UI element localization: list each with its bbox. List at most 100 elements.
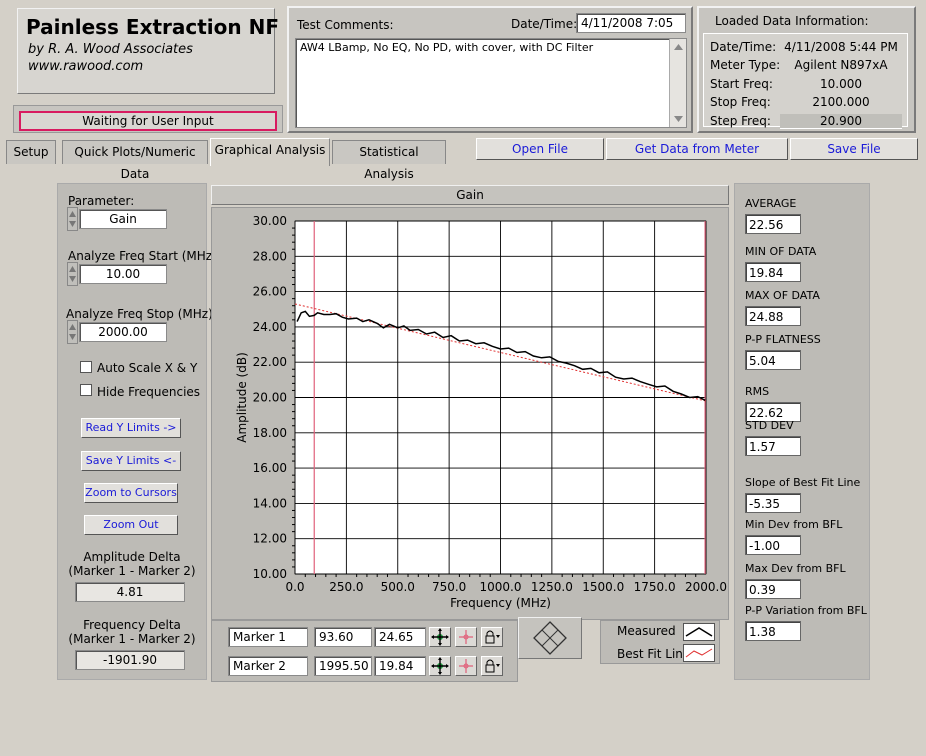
cursor-move-pad[interactable]	[518, 617, 582, 659]
y-tick-label: 18.00	[253, 426, 287, 440]
tab-setup[interactable]: Setup	[6, 140, 56, 164]
frequency-delta-value: -1901.90	[75, 650, 185, 670]
datetime-field[interactable]: 4/11/2008 7:05	[576, 13, 686, 33]
status-panel: Waiting for User Input	[13, 105, 283, 133]
x-tick-label: 2000.0	[685, 580, 727, 594]
y-tick-label: 20.00	[253, 391, 287, 405]
cursor-move-icon[interactable]	[429, 627, 451, 647]
gain-chart[interactable]: 0.0 250.0 500.0 750.0 1000.0 1250.0 1500.0 1750…	[212, 208, 728, 619]
diamond-pad-icon	[533, 621, 567, 655]
statistics-panel: AVERAGE 22.56 MIN OF DATA 19.84 MAX OF DATA 2…	[734, 183, 870, 680]
scroll-up-icon[interactable]	[671, 41, 686, 53]
cursor-lock-icon[interactable]	[481, 627, 503, 647]
cursor-crosshair-icon[interactable]	[455, 656, 477, 676]
stat-label: MIN OF DATA	[745, 245, 817, 258]
stat-value: 22.56	[745, 214, 801, 234]
stat-value: -1.00	[745, 535, 801, 555]
parameter-field[interactable]: Gain	[79, 209, 167, 229]
datetime-label: Date/Time:	[511, 17, 578, 31]
get-data-from-meter-button[interactable]: Get Data from Meter	[606, 138, 788, 160]
stat-label: P-P Variation from BFL	[745, 604, 867, 617]
parameter-spinner[interactable]	[67, 207, 78, 231]
amplitude-delta-value: 4.81	[75, 582, 185, 602]
y-tick-label: 30.00	[253, 214, 287, 228]
hide-frequencies-label: Hide Frequencies	[97, 385, 201, 399]
x-tick-label: 500.0	[381, 580, 415, 594]
stat-label: Slope of Best Fit Line	[745, 476, 861, 489]
comments-panel: Test Comments: Date/Time: 4/11/2008 7:05…	[287, 6, 693, 133]
amplitude-delta-sub: (Marker 1 - Marker 2)	[68, 564, 196, 578]
comments-scrollbar[interactable]	[669, 39, 686, 127]
legend-measured-label: Measured	[617, 624, 676, 638]
graph-panel: 0.0 250.0 500.0 750.0 1000.0 1250.0 1500.0 1750…	[211, 207, 729, 620]
stat-value: 1.57	[745, 436, 801, 456]
x-tick-label: 750.0	[432, 580, 466, 594]
measured-line-icon	[685, 627, 713, 637]
loaded-data-box: Date/Time: 4/11/2008 5:44 PM Meter Type: Ag…	[703, 33, 908, 129]
scroll-down-icon[interactable]	[671, 113, 686, 125]
y-tick-label: 12.00	[253, 532, 287, 546]
read-y-limits-button[interactable]: Read Y Limits ->	[81, 418, 181, 438]
cursor-lock-icon[interactable]	[481, 656, 503, 676]
save-y-limits-button[interactable]: Save Y Limits <-	[81, 451, 181, 471]
stat-value: 19.84	[745, 262, 801, 282]
spinner-arrows-icon	[69, 211, 76, 227]
freq-start-spinner[interactable]	[67, 262, 78, 286]
cursor-move-icon[interactable]	[429, 656, 451, 676]
marker-amplitude-field[interactable]: 19.84	[374, 656, 426, 676]
freq-stop-spinner[interactable]	[67, 320, 78, 344]
amplitude-delta-label: Amplitude Delta	[83, 550, 181, 564]
freq-stop-field[interactable]: 2000.00	[79, 322, 167, 342]
marker-name-field: Marker 2	[228, 656, 308, 676]
frequency-delta-sub: (Marker 1 - Marker 2)	[68, 632, 196, 646]
y-tick-label: 26.00	[253, 285, 287, 299]
tab-graphical-analysis[interactable]: Graphical Analysis	[210, 138, 330, 166]
freq-start-field[interactable]: 10.00	[79, 264, 167, 284]
x-tick-label: 0.0	[285, 580, 304, 594]
website-text: www.rawood.com	[28, 59, 144, 74]
loaded-row-value: 10.000	[820, 76, 862, 91]
loaded-row-label: Date/Time:	[710, 40, 777, 54]
loaded-row-value: 2100.000	[812, 95, 870, 110]
bfl-line-icon	[685, 648, 713, 658]
stat-label: Max Dev from BFL	[745, 562, 846, 575]
plot-legend: Measured Best Fit Line	[600, 620, 720, 664]
loaded-row-label: Stop Freq:	[710, 95, 771, 110]
y-tick-label: 24.00	[253, 320, 287, 334]
graph-title: Gain	[456, 188, 484, 202]
stat-label: AVERAGE	[745, 197, 797, 210]
freq-start-label: Analyze Freq Start (MHz)	[68, 249, 217, 263]
autoscale-label: Auto Scale X & Y	[97, 361, 198, 375]
stat-label: Min Dev from BFL	[745, 518, 843, 531]
autoscale-checkbox[interactable]	[80, 361, 92, 373]
spinner-arrows-icon	[69, 266, 76, 282]
app-title: Painless Extraction NF	[26, 15, 279, 39]
stat-value: 1.38	[745, 621, 801, 641]
stat-value: 24.88	[745, 306, 801, 326]
marker-frequency-field[interactable]: 1995.50	[314, 656, 372, 676]
stat-value: -5.35	[745, 493, 801, 513]
marker-amplitude-field[interactable]: 24.65	[374, 627, 426, 647]
x-tick-label: 1250.0	[531, 580, 573, 594]
zoom-to-cursors-button[interactable]: Zoom to Cursors	[84, 483, 178, 503]
y-tick-label: 28.00	[253, 249, 287, 263]
legend-measured-swatch	[683, 623, 715, 641]
comments-textarea[interactable]: AW4 LBamp, No EQ, No PD, with cover, wit…	[295, 38, 687, 128]
spinner-arrows-icon	[69, 324, 76, 340]
x-tick-label: 1750.0	[634, 580, 676, 594]
tab-statistical-analysis[interactable]: Statistical Analysis	[332, 140, 446, 181]
y-tick-label: 10.00	[253, 567, 287, 581]
loaded-row-value: 20.900	[780, 113, 902, 129]
stat-value: 0.39	[745, 579, 801, 599]
stat-label: STD DEV	[745, 419, 794, 432]
tab-quick-plots[interactable]: Quick Plots/Numeric Data	[62, 140, 208, 181]
cursor-crosshair-icon[interactable]	[455, 627, 477, 647]
save-file-button[interactable]: Save File	[790, 138, 918, 160]
zoom-out-button[interactable]: Zoom Out	[84, 515, 178, 535]
parameter-label: Parameter:	[68, 194, 135, 208]
x-tick-label: 250.0	[329, 580, 363, 594]
comments-text: AW4 LBamp, No EQ, No PD, with cover, wit…	[300, 41, 594, 54]
open-file-button[interactable]: Open File	[476, 138, 604, 160]
hide-frequencies-checkbox[interactable]	[80, 384, 92, 396]
marker-frequency-field[interactable]: 93.60	[314, 627, 372, 647]
